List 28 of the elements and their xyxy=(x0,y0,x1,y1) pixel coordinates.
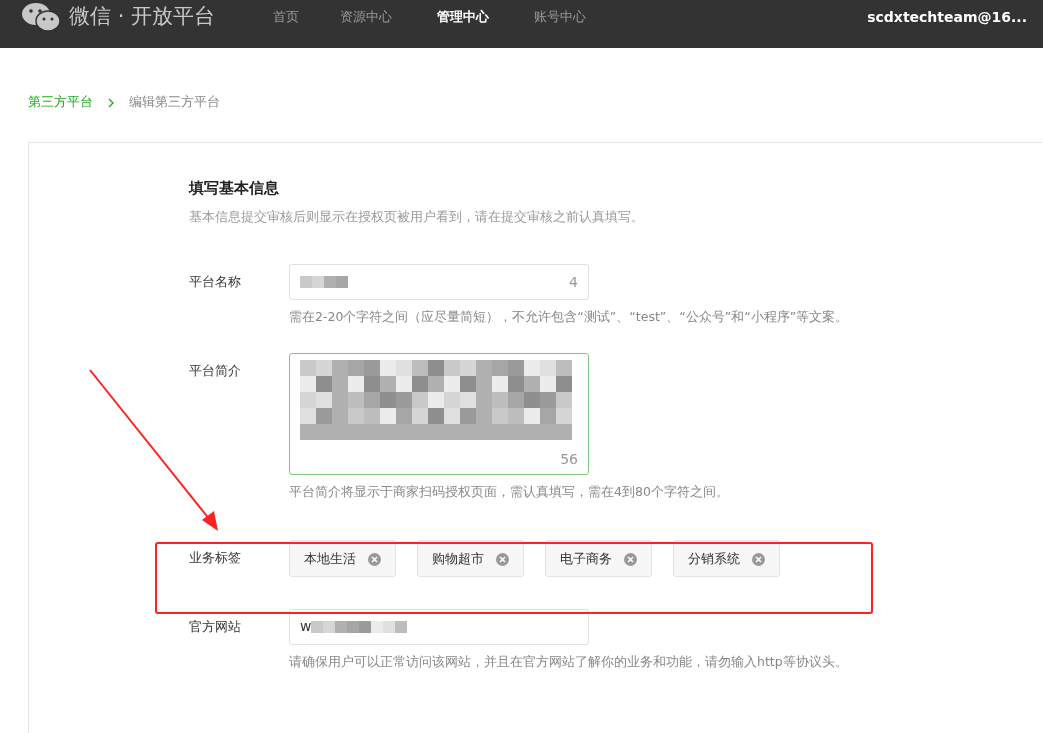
tag-chip[interactable]: 购物超市 xyxy=(417,539,524,577)
field-label: 业务标签 xyxy=(189,548,242,567)
nav-link[interactable]: 管理中心 xyxy=(437,7,535,27)
field-value: w xyxy=(300,617,312,637)
nav-link[interactable]: 首页 xyxy=(273,7,341,27)
tag-chip[interactable]: 电子商务 xyxy=(545,539,652,577)
field-label: 平台简介 xyxy=(189,362,242,380)
tag-label: 购物超市 xyxy=(432,549,484,568)
field-hint: 请确保用户可以正常访问该网站，并且在官方网站了解你的业务和功能，请勿输入http等协议头。 xyxy=(289,652,848,671)
character-count: 56 xyxy=(560,450,578,469)
logo-text: 微信 · 开放平台 xyxy=(69,3,216,31)
tag-label: 电子商务 xyxy=(560,549,612,568)
field-label: 平台名称 xyxy=(189,273,242,292)
field-hint: 平台简介将显示于商家扫码授权页面，需认真填写，需在4到80个字符之间。 xyxy=(289,483,729,501)
nav-link[interactable]: 资源中心 xyxy=(340,7,438,27)
tag-chip[interactable]: 分销系统 xyxy=(673,539,780,577)
field-hint: 需在2-20个字符之间（应尽量简短），不允许包含“测试”、“test”、“公众号”和“小程序”等文案。 xyxy=(289,308,849,327)
field-label: 官方网站 xyxy=(189,617,242,636)
tag-label: 本地生活 xyxy=(304,549,356,568)
account-name[interactable]: scdxtechteam@16... xyxy=(867,6,1027,28)
tag-label: 分销系统 xyxy=(688,549,740,568)
tag-chip[interactable]: 本地生活 xyxy=(289,539,396,577)
input-field[interactable]: w xyxy=(289,608,589,645)
section-title: 填写基本信息 xyxy=(189,178,280,199)
breadcrumb-current: 编辑第三方平台 xyxy=(129,93,220,111)
character-count: 4 xyxy=(569,272,578,292)
section-description: 基本信息提交审核后则显示在授权页被用户看到，请在提交审核之前认真填写。 xyxy=(189,207,645,226)
nav-link[interactable]: 账号中心 xyxy=(534,7,632,27)
